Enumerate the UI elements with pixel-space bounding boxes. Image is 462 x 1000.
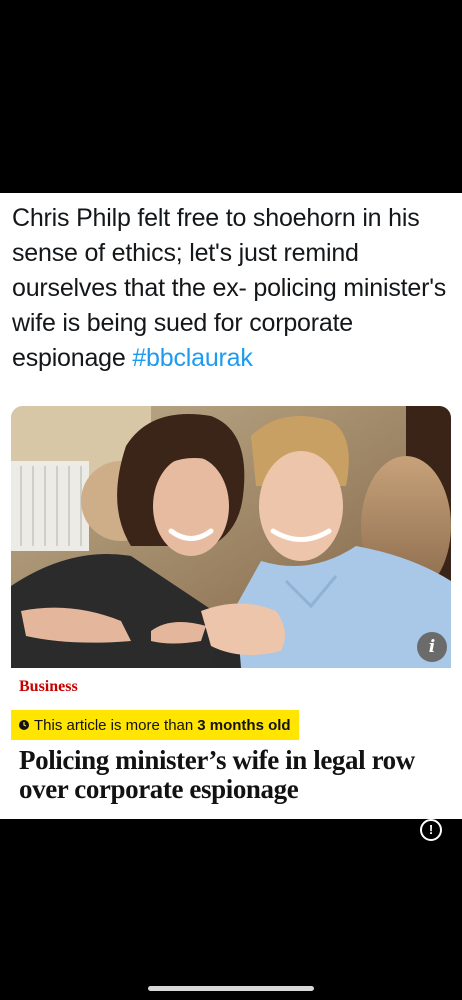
post-text: Chris Philp felt free to shoehorn in his…: [12, 201, 452, 376]
section-label[interactable]: Business: [19, 678, 78, 696]
home-indicator-icon[interactable]: [148, 986, 314, 991]
screen: Chris Philp felt free to shoehorn in his…: [0, 0, 462, 1000]
article-age-banner: This article is more than 3 months old: [11, 710, 299, 740]
clock-icon: [19, 720, 29, 730]
article-link-card[interactable]: i Business This article is more than 3 m…: [11, 406, 451, 813]
hashtag-link[interactable]: #bbclaurak: [132, 344, 253, 372]
couple-photo-icon: [11, 406, 451, 668]
post-card: Chris Philp felt free to shoehorn in his…: [0, 193, 462, 819]
info-icon[interactable]: i: [417, 632, 447, 662]
article-headline[interactable]: Policing minister’s wife in legal row ov…: [19, 746, 439, 804]
age-notice-bold: 3 months old: [197, 716, 291, 734]
article-photo[interactable]: [11, 406, 451, 668]
alert-icon[interactable]: !: [420, 819, 442, 841]
age-notice-text: This article is more than: [34, 716, 194, 734]
